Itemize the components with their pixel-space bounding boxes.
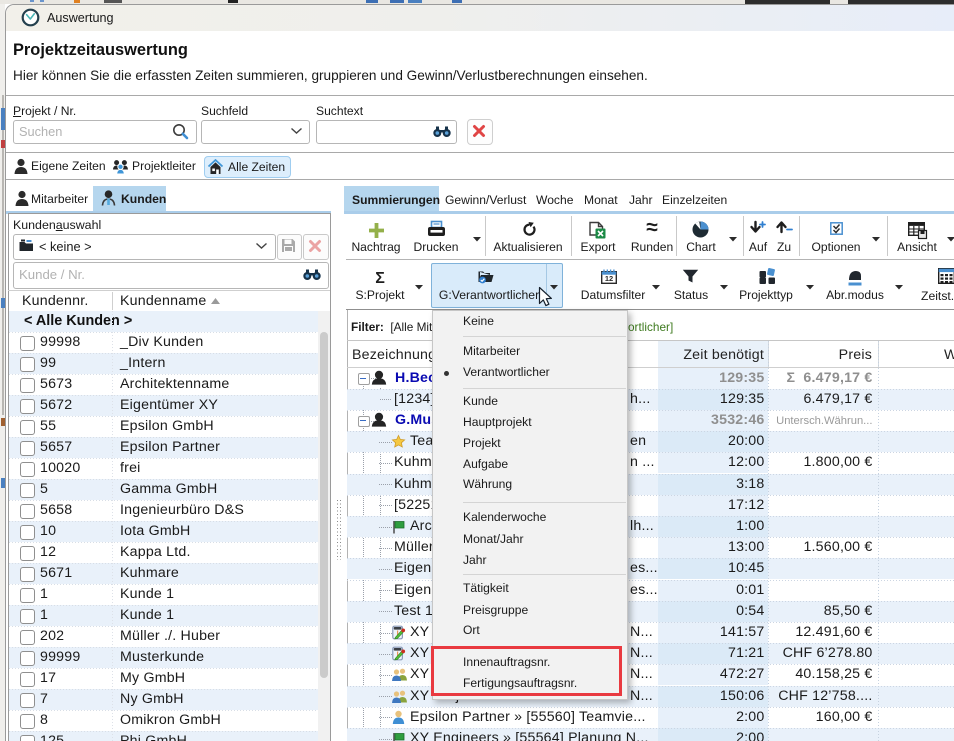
svg-text:12: 12 (605, 274, 613, 283)
